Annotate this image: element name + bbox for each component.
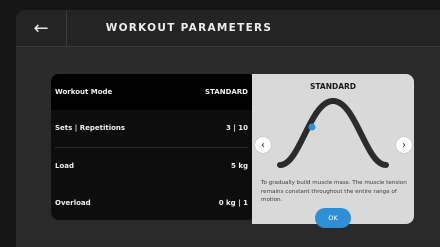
next-mode-button[interactable]: ›: [396, 137, 412, 153]
param-value: STANDARD: [205, 88, 248, 96]
param-value: 5 kg: [231, 162, 248, 170]
param-label: Overload: [55, 199, 91, 207]
mode-description: To gradually build muscle mass. The musc…: [261, 180, 407, 204]
param-label: Load: [55, 162, 75, 170]
param-row-load[interactable]: Load 5 kg: [51, 148, 256, 184]
param-row-workout-mode[interactable]: Workout Mode STANDARD: [51, 74, 256, 110]
parameter-list: Workout Mode STANDARD Sets | Repetitions…: [51, 74, 256, 220]
param-value: 3 | 10: [225, 124, 248, 132]
param-label: Sets | Repetitions: [55, 124, 126, 132]
param-label: Workout Mode: [55, 88, 113, 96]
param-row-overload[interactable]: Overload 0 kg | 1: [51, 185, 256, 220]
mode-curve-illustration: [277, 97, 389, 168]
mode-title: STANDARD: [309, 82, 357, 91]
prev-mode-button[interactable]: ‹: [255, 137, 271, 153]
chevron-right-icon: ›: [402, 139, 406, 151]
position-dot-icon: [308, 123, 316, 131]
param-value: 0 kg | 1: [218, 199, 248, 207]
param-row-sets-repetitions[interactable]: Sets | Repetitions 3 | 10: [51, 110, 256, 146]
chevron-left-icon: ‹: [261, 139, 265, 151]
page-title: WORKOUT PARAMETERS: [105, 22, 273, 34]
ok-button[interactable]: OK: [315, 208, 351, 228]
